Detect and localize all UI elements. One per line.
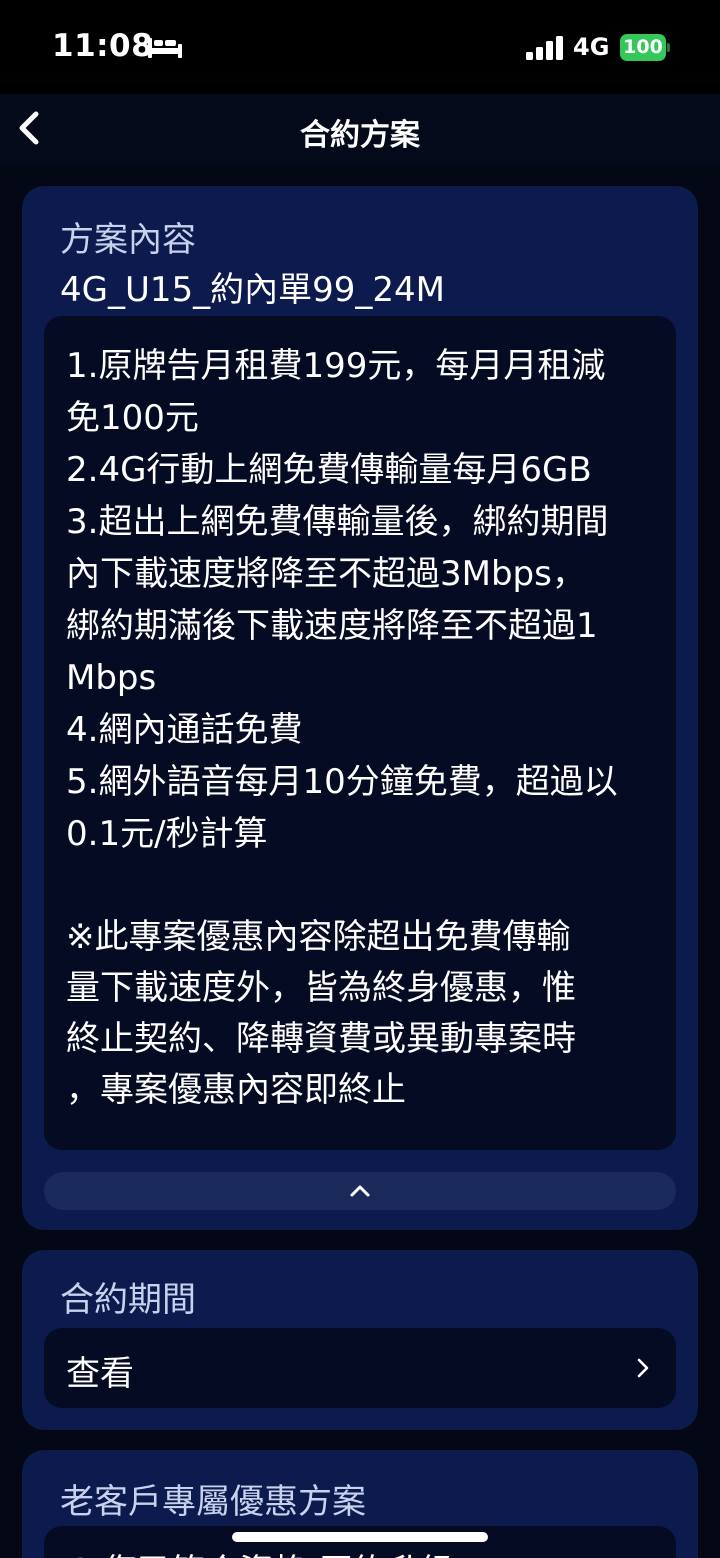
chevron-up-icon: [350, 1185, 370, 1197]
details-line: 綁約期滿後下載速度將降至不超過1: [66, 606, 598, 646]
battery-icon: 100: [620, 34, 670, 61]
contract-period-card: 合約期間 查看: [22, 1250, 698, 1430]
signal-icon: [526, 36, 563, 60]
offers-row-label: G 您已符合資格 原約升級: [66, 1544, 454, 1558]
offers-row[interactable]: G 您已符合資格 原約升級: [44, 1526, 676, 1558]
page-title: 合約方案: [300, 118, 420, 153]
bed-icon: [148, 38, 182, 58]
note-line: ，專案優惠內容即終止: [66, 1070, 406, 1110]
loyal-customer-offers-heading: 老客戶專屬優惠方案: [60, 1482, 366, 1522]
contract-period-heading: 合約期間: [60, 1280, 196, 1320]
home-indicator[interactable]: [232, 1532, 488, 1542]
status-time: 11:08: [52, 28, 154, 64]
note-line: 量下載速度外，皆為終身優惠，惟: [66, 968, 576, 1008]
collapse-details-button[interactable]: [44, 1172, 676, 1210]
details-line: 5.網外語音每月10分鐘免費，超過以: [66, 762, 618, 802]
plan-content-heading: 方案內容: [60, 220, 196, 260]
view-label: 查看: [66, 1354, 134, 1394]
details-line: 0.1元/秒計算: [66, 814, 268, 854]
network-type: 4G: [573, 33, 610, 61]
details-line: 3.超出上網免費傳輸量後，綁約期間: [66, 502, 609, 542]
details-line: 1.原牌告月租費199元，每月月租減: [66, 346, 606, 386]
view-contract-period-row[interactable]: 查看: [44, 1328, 676, 1408]
note-line: 終止契約、降轉資費或異動專案時: [66, 1019, 576, 1059]
details-line: 內下載速度將降至不超過3Mbps，: [66, 554, 586, 594]
plan-details-panel: 1.原牌告月租費199元，每月月租減 免100元 2.4G行動上網免費傳輸量每月…: [44, 316, 676, 1150]
details-line: Mbps: [66, 658, 157, 698]
plan-details-list: 1.原牌告月租費199元，每月月租減 免100元 2.4G行動上網免費傳輸量每月…: [66, 340, 656, 1116]
chevron-right-icon: [637, 1358, 649, 1378]
battery-cap: [667, 43, 670, 52]
nav-bar: 合約方案: [0, 94, 720, 164]
plan-code: 4G_U15_約內單99_24M: [60, 270, 445, 310]
note-line: ※此專案優惠內容除超出免費傳輸: [66, 917, 571, 957]
battery-level: 100: [620, 34, 666, 61]
details-line: 免100元: [66, 398, 199, 438]
status-bar: 11:08 4G 100: [0, 0, 720, 94]
plan-content-card: 方案內容 4G_U15_約內單99_24M 1.原牌告月租費199元，每月月租減…: [22, 186, 698, 1230]
details-line: 4.網內通話免費: [66, 710, 303, 750]
details-line: 2.4G行動上網免費傳輸量每月6GB: [66, 450, 592, 490]
